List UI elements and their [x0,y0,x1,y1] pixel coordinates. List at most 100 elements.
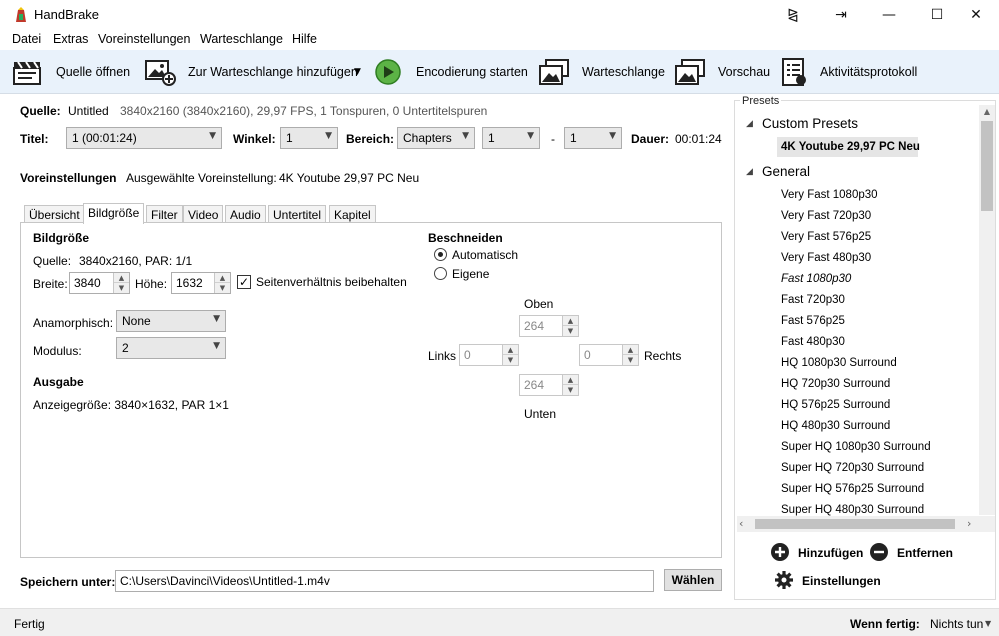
range-start-select[interactable]: 1 ▼ [482,127,540,149]
add-preset-button[interactable]: Hinzufügen [770,542,863,562]
spin-up-icon[interactable]: ▲ [503,345,518,355]
preset-item[interactable]: Very Fast 576p25 [781,231,871,243]
custom-presets-category[interactable]: Custom Presets [762,116,858,131]
save-path-input[interactable]: C:\Users\Davinci\Videos\Untitled-1.m4v [115,570,654,592]
range-end-select[interactable]: 1 ▼ [564,127,622,149]
spin-down-icon[interactable]: ▼ [623,355,638,365]
width-input[interactable]: 3840 ▲ ▼ [69,272,130,294]
tab-subtitles[interactable]: Untertitel [268,205,327,223]
spin-up-icon[interactable]: ▲ [563,375,578,385]
preset-item[interactable]: HQ 1080p30 Surround [781,357,897,369]
crop-right-input[interactable]: 0 ▲ ▼ [579,344,639,366]
anamorphic-select[interactable]: None ▼ [116,310,226,332]
preset-item[interactable]: Very Fast 720p30 [781,210,871,222]
preset-item[interactable]: Fast 480p30 [781,336,845,348]
chevron-down-icon: ▼ [325,131,332,141]
close-button[interactable]: ✕ [953,0,999,30]
preset-item[interactable]: Very Fast 1080p30 [781,189,878,201]
presets-hscrollbar[interactable]: ‹ › [737,516,995,532]
plus-circle-icon [771,543,789,561]
preset-item[interactable]: Super HQ 480p30 Surround [781,504,924,516]
preset-item[interactable]: Super HQ 576p25 Surround [781,483,924,495]
preset-item[interactable]: Super HQ 1080p30 Surround [781,441,931,453]
menu-warteschlange[interactable]: Warteschlange [200,32,283,46]
height-input[interactable]: 1632 ▲ ▼ [171,272,231,294]
preset-item[interactable]: 4K Youtube 29,97 PC Neu [781,141,920,153]
tab-audio[interactable]: Audio [225,205,266,223]
restore-side-icon[interactable]: ⇥ [818,0,864,30]
tab-video[interactable]: Video [183,205,224,223]
crop-bottom-spinner[interactable]: ▲ ▼ [562,375,578,395]
crop-left-spinner[interactable]: ▲ ▼ [502,345,518,365]
minimize-button[interactable]: — [866,0,912,30]
spin-down-icon[interactable]: ▼ [114,283,129,293]
preview-button[interactable]: Vorschau [672,54,772,90]
snap-icon[interactable]: ⧎ [770,0,816,30]
crop-top-input[interactable]: 264 ▲ ▼ [519,315,579,337]
presets-vscrollbar[interactable]: ▲ [979,105,995,515]
menu-extras[interactable]: Extras [53,32,88,46]
tab-filter[interactable]: Filter [146,205,183,223]
spin-down-icon[interactable]: ▼ [503,355,518,365]
browse-button[interactable]: Wählen [664,569,722,591]
add-to-queue-button[interactable]: Zur Warteschlange hinzufügen ▼ [142,54,366,90]
crop-bottom-input[interactable]: 264 ▲ ▼ [519,374,579,396]
chevron-down-icon: ▼ [213,341,220,351]
duration-value: 00:01:24 [675,132,722,146]
scroll-left-icon[interactable]: ‹ [739,517,743,530]
menu-datei[interactable]: Datei [12,32,41,46]
scroll-up-icon[interactable]: ▲ [979,105,995,119]
preset-item[interactable]: HQ 576p25 Surround [781,399,890,411]
preset-settings-button[interactable]: Einstellungen [774,570,884,590]
crop-left-input[interactable]: 0 ▲ ▼ [459,344,519,366]
modulus-label: Modulus: [33,344,82,358]
chevron-down-icon: ▼ [209,131,216,141]
scroll-right-icon[interactable]: › [967,517,971,530]
title-select[interactable]: 1 (00:01:24) ▼ [66,127,222,149]
angle-select[interactable]: 1 ▼ [280,127,338,149]
spin-up-icon[interactable]: ▲ [114,273,129,283]
spin-down-icon[interactable]: ▼ [215,283,230,293]
preset-item[interactable]: Fast 576p25 [781,315,845,327]
tab-dimensions[interactable]: Bildgröße [83,203,145,224]
spin-up-icon[interactable]: ▲ [623,345,638,355]
crop-custom-radio[interactable] [434,267,447,280]
activity-log-button[interactable]: Aktivitätsprotokoll [778,54,928,90]
preset-item[interactable]: Super HQ 720p30 Surround [781,462,924,474]
collapse-arrow-icon[interactable]: ◢ [746,167,753,177]
keep-aspect-checkbox[interactable]: ✓ [237,275,251,289]
modulus-select[interactable]: 2 ▼ [116,337,226,359]
when-done-select[interactable]: Nichts tun ▼ [929,613,995,633]
menu-bar: Datei Extras Voreinstellungen Warteschla… [0,30,999,50]
spin-down-icon[interactable]: ▼ [563,326,578,336]
hscroll-thumb[interactable] [755,519,955,529]
range-type-select[interactable]: Chapters ▼ [397,127,475,149]
spin-down-icon[interactable]: ▼ [563,385,578,395]
preset-item[interactable]: HQ 480p30 Surround [781,420,890,432]
preset-item[interactable]: Very Fast 480p30 [781,252,871,264]
menu-hilfe[interactable]: Hilfe [292,32,317,46]
start-encode-button[interactable]: Encodierung starten [372,54,528,90]
crop-top-spinner[interactable]: ▲ ▼ [562,316,578,336]
menu-voreinstellungen[interactable]: Voreinstellungen [98,32,190,46]
crop-right-spinner[interactable]: ▲ ▼ [622,345,638,365]
open-source-button[interactable]: Quelle öffnen [10,54,132,90]
spin-up-icon[interactable]: ▲ [215,273,230,283]
preset-item[interactable]: Fast 720p30 [781,294,845,306]
collapse-arrow-icon[interactable]: ◢ [746,119,753,129]
queue-button[interactable]: Warteschlange [536,54,665,90]
spin-up-icon[interactable]: ▲ [563,316,578,326]
crop-auto-radio[interactable] [434,248,447,261]
save-path-value: C:\Users\Davinci\Videos\Untitled-1.m4v [120,574,330,588]
dropdown-arrow-icon[interactable]: ▼ [354,67,361,77]
preset-item[interactable]: Fast 1080p30 [781,273,851,285]
tab-chapters[interactable]: Kapitel [329,205,376,223]
preset-item[interactable]: HQ 720p30 Surround [781,378,890,390]
height-spinner[interactable]: ▲ ▼ [214,273,230,293]
range-label: Bereich: [346,132,395,146]
vscroll-thumb[interactable] [981,121,993,211]
general-category[interactable]: General [762,164,810,179]
remove-preset-button[interactable]: Entfernen [869,542,955,562]
tab-summary[interactable]: Übersicht [24,205,85,223]
width-spinner[interactable]: ▲ ▼ [113,273,129,293]
